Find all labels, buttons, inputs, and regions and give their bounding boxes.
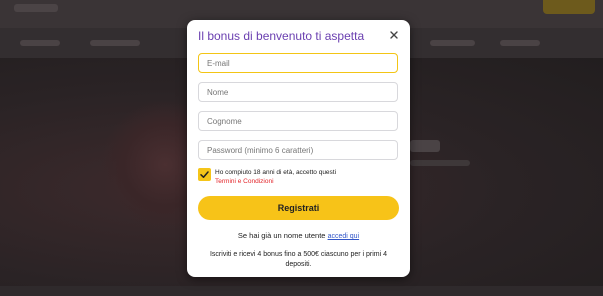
close-icon[interactable] bbox=[388, 29, 400, 41]
background-nav-item bbox=[430, 40, 475, 46]
terms-label: Ho compiuto 18 anni di età, accetto ques… bbox=[215, 168, 336, 186]
page: Il bonus di benvenuto ti aspetta Ho comp… bbox=[0, 0, 603, 296]
terms-text: Ho compiuto 18 anni di età, accetto ques… bbox=[215, 169, 337, 176]
password-field[interactable] bbox=[198, 140, 398, 160]
terms-link[interactable]: Termini e Condizioni bbox=[215, 177, 336, 186]
background-nav-item bbox=[500, 40, 540, 46]
login-prompt: Se hai già un nome utente accedi qui bbox=[187, 231, 410, 240]
register-button[interactable]: Registrati bbox=[198, 196, 399, 220]
background-text bbox=[410, 140, 440, 152]
registration-modal: Il bonus di benvenuto ti aspetta Ho comp… bbox=[187, 20, 410, 277]
background-text bbox=[410, 160, 470, 166]
login-prompt-text: Se hai già un nome utente bbox=[237, 231, 326, 240]
login-link[interactable]: accedi qui bbox=[328, 233, 360, 240]
surname-field[interactable] bbox=[198, 111, 398, 131]
background-nav-item bbox=[90, 40, 140, 46]
background-header-button bbox=[543, 0, 595, 14]
name-field[interactable] bbox=[198, 82, 398, 102]
background-footer bbox=[0, 286, 603, 296]
email-field[interactable] bbox=[198, 53, 398, 73]
terms-checkbox[interactable] bbox=[198, 168, 211, 181]
modal-title: Il bonus di benvenuto ti aspetta bbox=[198, 29, 365, 43]
promo-text: Iscriviti e ricevi 4 bonus fino a 500€ c… bbox=[209, 251, 388, 268]
check-icon bbox=[200, 171, 209, 178]
background-logo bbox=[14, 4, 58, 12]
background-nav-item bbox=[20, 40, 60, 46]
